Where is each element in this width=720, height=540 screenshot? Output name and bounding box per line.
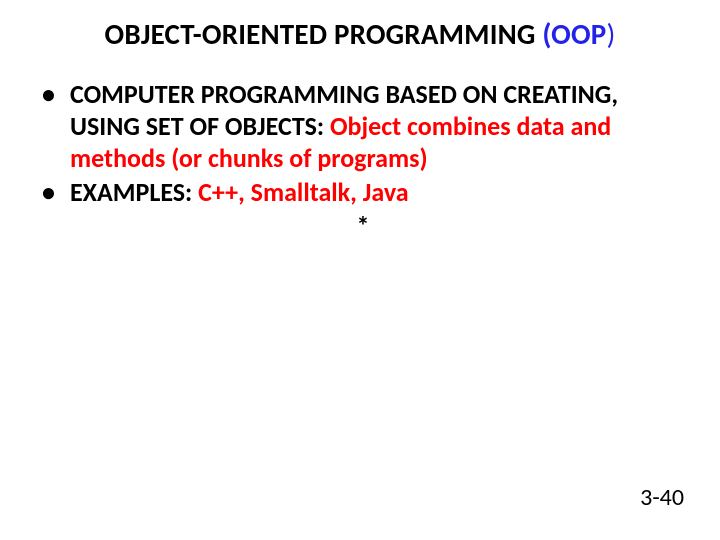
- bullet-item: COMPUTER PROGRAMMING BASED ON CREATING, …: [42, 79, 684, 174]
- title-close-paren: ): [606, 16, 615, 52]
- footnote-star: *: [42, 210, 684, 242]
- slide: OBJECT-ORIENTED PROGRAMMING (OOP) COMPUT…: [0, 0, 720, 540]
- slide-body: COMPUTER PROGRAMMING BASED ON CREATING, …: [36, 79, 684, 242]
- bullet-item: EXAMPLES: C++, Smalltalk, Java: [42, 177, 684, 209]
- slide-title: OBJECT-ORIENTED PROGRAMMING (OOP): [36, 18, 684, 51]
- bullet-emphasis: C++, Smalltalk, Java: [198, 176, 408, 208]
- page-number: 3-40: [640, 483, 684, 512]
- bullet-lead: EXAMPLES:: [70, 176, 198, 208]
- title-prefix: OBJECT-ORIENTED PROGRAMMING: [105, 16, 536, 52]
- bullet-list: COMPUTER PROGRAMMING BASED ON CREATING, …: [42, 79, 684, 208]
- title-oop: (OOP: [542, 16, 606, 52]
